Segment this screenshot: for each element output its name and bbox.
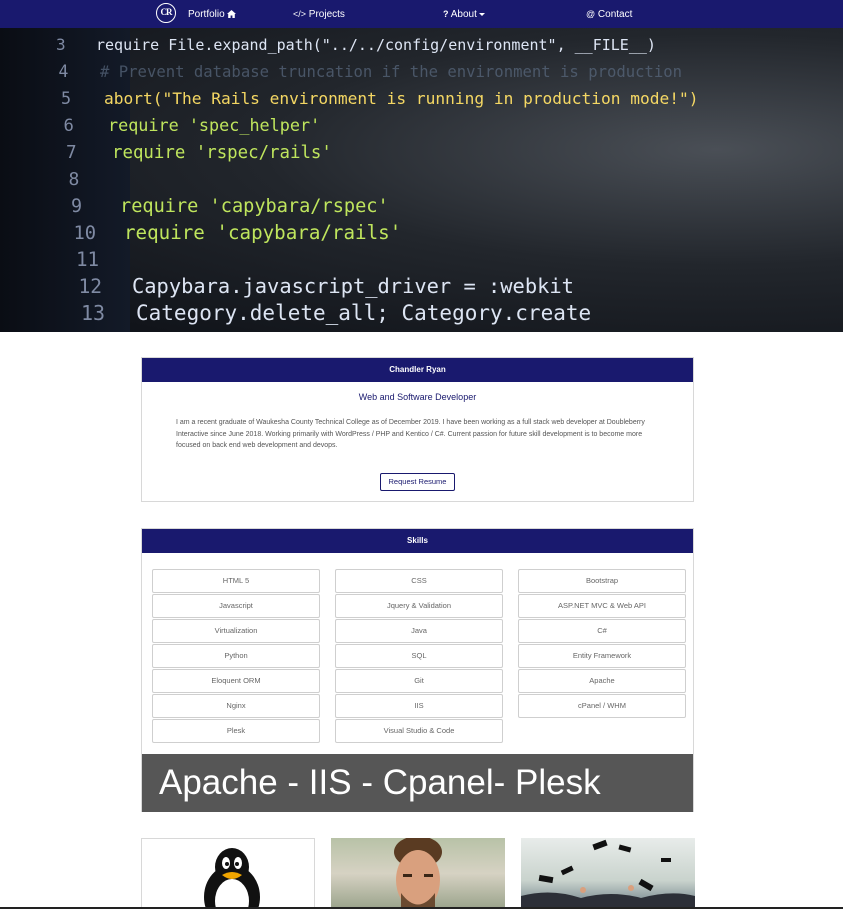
tech-stack-banner: Apache - IIS - Cpanel- Plesk [142,754,693,812]
code-line-number: 12 [79,275,103,298]
code-line-number: 7 [66,143,77,163]
nav-item-portfolio[interactable]: Portfolio [188,7,237,21]
skills-card: Skills HTML 5 Javascript Virtualization Pyt… [141,528,694,812]
skill-item: IIS [335,694,503,718]
nav-item-about[interactable]: ? About [443,7,485,21]
skill-item: HTML 5 [152,569,320,593]
brand-logo[interactable]: CR [156,3,176,23]
code-line-number: 5 [61,88,71,108]
question-icon: ? [443,9,449,19]
home-icon [227,9,237,19]
skill-item: Javascript [152,594,320,618]
man-portrait-thumbnail[interactable] [331,838,505,909]
about-card: Chandler Ryan Web and Software Developer… [141,357,694,502]
nav-label-about: About [450,9,477,20]
code-line-text: require 'capybara/rails' [124,221,401,244]
code-line-text: require 'rspec/rails' [112,143,332,163]
skill-item: cPanel / WHM [518,694,686,718]
skill-item: ASP.NET MVC & Web API [518,594,686,618]
skill-item: SQL [335,644,503,668]
graduation-caps-image [521,839,695,909]
about-bio: I am a recent graduate of Waukesha Count… [176,419,645,449]
request-resume-button[interactable]: Request Resume [380,473,455,491]
skill-item: Virtualization [152,619,320,643]
code-line-number: 10 [74,223,97,244]
code-icon: </> [293,9,307,19]
nav-item-contact[interactable]: @ Contact [586,7,632,21]
skill-item: Jquery & Validation [335,594,503,618]
skills-card-header: Skills [142,529,693,553]
about-card-header: Chandler Ryan [142,358,693,382]
hero-code-svg: 3 require File.expand_path("../../config/… [56,35,699,325]
code-line-text: Category.delete_all; Category.create [136,301,591,325]
code-line-number: 11 [76,248,99,271]
graduation-caps-thumbnail[interactable] [521,838,695,909]
code-line-text: require File.expand_path("../../config/e… [96,36,656,54]
code-line-text: Capybara.javascript_driver = :webkit [132,274,574,298]
skill-item: CSS [335,569,503,593]
skill-item: Java [335,619,503,643]
man-portrait-image [394,838,442,909]
code-line-number: 3 [56,35,66,54]
skill-item: Entity Framework [518,644,686,668]
code-line-number: 6 [64,116,74,136]
about-subtitle: Web and Software Developer [358,392,477,402]
code-line-number: 13 [81,301,105,325]
code-line-number: 8 [69,169,80,190]
nav-label-portfolio: Portfolio [188,9,225,20]
skill-item: Plesk [152,719,320,743]
skill-item: Git [335,669,503,693]
chevron-down-icon [478,12,485,16]
skill-item: Nginx [152,694,320,718]
nav-label-projects: Projects [308,9,345,20]
skill-item: Python [152,644,320,668]
skill-item: Bootstrap [518,569,686,593]
skill-item: C# [518,619,686,643]
skill-item: Eloquent ORM [152,669,320,693]
skill-item: Apache [518,669,686,693]
nav-item-projects[interactable]: </> Projects [293,7,345,21]
nav-label-contact: Contact [597,9,633,20]
code-line-number: 4 [59,62,69,81]
code-line-text: require 'capybara/rspec' [120,196,389,217]
code-line-number: 9 [71,196,82,217]
at-icon: @ [586,9,596,19]
tux-penguin-icon [204,848,260,908]
code-line-text: require 'spec_helper' [108,115,320,135]
code-line-text: abort("The Rails environment is running … [104,89,699,108]
top-navbar: CR Portfolio </> Projects ? About @ Cont… [0,0,843,28]
hero-code-image: 3 require File.expand_path("../../config/… [0,28,843,332]
code-line-text: # Prevent database truncation if the env… [100,63,682,81]
skill-item: Visual Studio & Code [335,719,503,743]
tux-penguin-thumbnail[interactable] [141,838,315,909]
